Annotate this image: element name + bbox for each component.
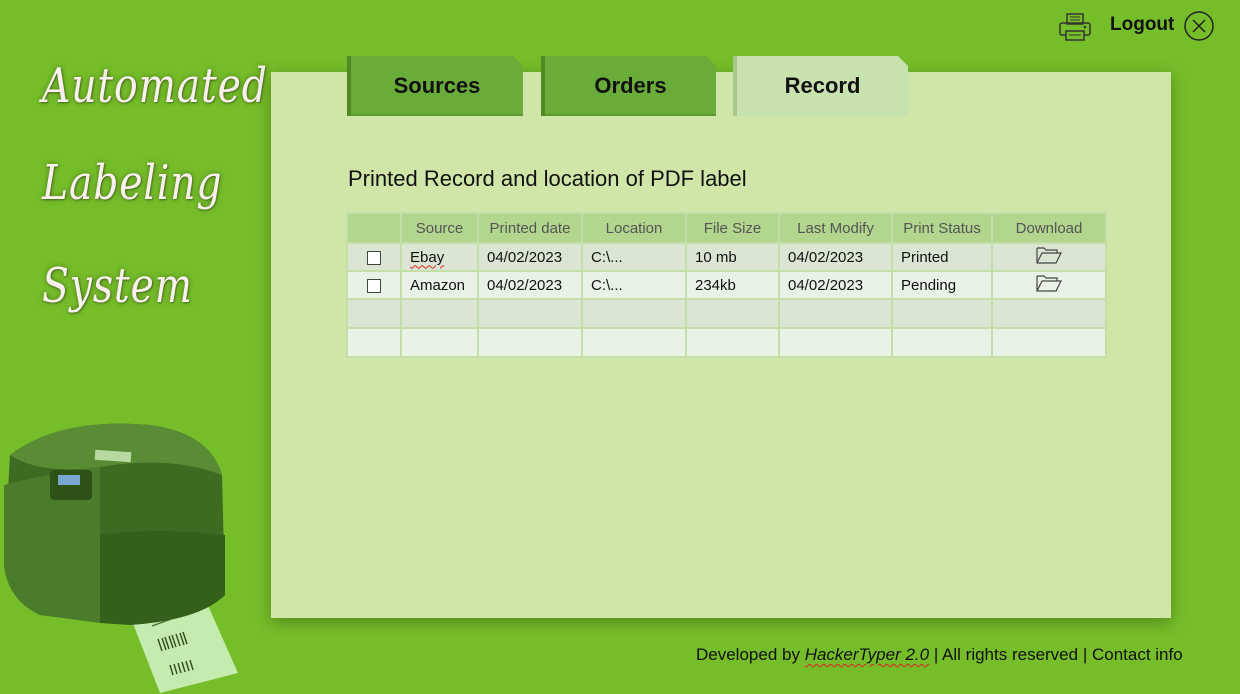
- logout-button[interactable]: Logout: [1110, 14, 1174, 36]
- tab-orders[interactable]: Orders: [541, 56, 716, 116]
- app-title-line-1: Automated: [42, 58, 268, 114]
- row-checkbox[interactable]: [367, 250, 381, 265]
- column-header-select: [346, 212, 402, 244]
- column-header-print-status[interactable]: Print Status: [891, 212, 993, 244]
- cell-location: C:\...: [581, 270, 687, 300]
- cell-printed-date: 04/02/2023: [477, 270, 583, 300]
- record-table: Source Printed date Location File Size L…: [346, 212, 1107, 358]
- page-heading: Printed Record and location of PDF label: [348, 166, 747, 191]
- cell-source: Amazon: [400, 270, 479, 300]
- printer-icon[interactable]: [1058, 12, 1092, 42]
- tab-orders-label: Orders: [594, 73, 667, 98]
- column-header-location[interactable]: Location: [581, 212, 687, 244]
- cell-print-status: Pending: [891, 270, 993, 300]
- table-row: Ebay 04/02/2023 C:\... 10 mb 04/02/2023 …: [346, 242, 1107, 272]
- cell-last-modify: 04/02/2023: [778, 270, 893, 300]
- row-checkbox-cell: [346, 270, 402, 300]
- footer-brand: HackerTyper 2.0: [804, 645, 930, 664]
- table-row-empty: [346, 298, 1107, 329]
- folder-open-icon[interactable]: [1036, 246, 1062, 264]
- column-header-printed-date[interactable]: Printed date: [477, 212, 583, 244]
- cell-file-size: 10 mb: [685, 242, 780, 272]
- table-row-empty: [346, 327, 1107, 358]
- cell-last-modify: 04/02/2023: [778, 242, 893, 272]
- column-header-download[interactable]: Download: [991, 212, 1107, 244]
- folder-open-icon[interactable]: [1036, 274, 1062, 292]
- footer-prefix: Developed by: [696, 645, 800, 664]
- tab-record-label: Record: [784, 73, 861, 98]
- cell-printed-date: 04/02/2023: [477, 242, 583, 272]
- app-title-line-2: Labeling: [42, 155, 223, 211]
- row-checkbox-cell: [346, 242, 402, 272]
- cell-download: [991, 242, 1107, 272]
- tab-record[interactable]: Record: [733, 56, 908, 116]
- contact-info-link[interactable]: Contact info: [1092, 645, 1183, 664]
- tab-sources-label: Sources: [393, 73, 481, 98]
- footer-rights: | All rights reserved |: [933, 645, 1088, 664]
- column-header-last-modify[interactable]: Last Modify: [778, 212, 893, 244]
- table-header-row: Source Printed date Location File Size L…: [346, 212, 1107, 244]
- tab-sources[interactable]: Sources: [347, 56, 523, 116]
- cell-print-status: Printed: [891, 242, 993, 272]
- column-header-file-size[interactable]: File Size: [685, 212, 780, 244]
- cell-download: [991, 270, 1107, 300]
- source-text: Ebay: [410, 248, 445, 266]
- table-row: Amazon 04/02/2023 C:\... 234kb 04/02/202…: [346, 270, 1107, 300]
- cell-file-size: 234kb: [685, 270, 780, 300]
- cell-location: C:\...: [581, 242, 687, 272]
- column-header-source[interactable]: Source: [400, 212, 479, 244]
- footer: Developed by HackerTyper 2.0 | All right…: [696, 645, 1183, 665]
- cell-source: Ebay: [400, 242, 479, 272]
- close-circle-icon[interactable]: [1183, 10, 1215, 42]
- app-title-line-3: System: [42, 258, 193, 314]
- row-checkbox[interactable]: [367, 278, 381, 293]
- label-printer-image: [4, 423, 238, 693]
